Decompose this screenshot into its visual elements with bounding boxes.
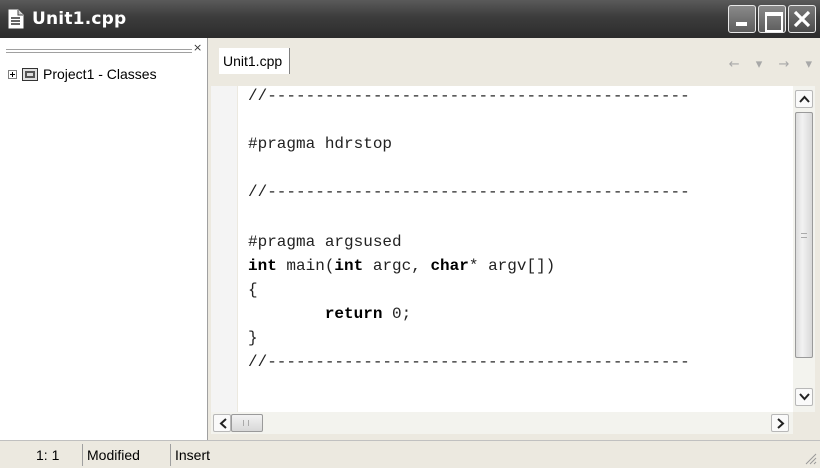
code-line: return 0; xyxy=(324,305,412,323)
vertical-scrollbar[interactable] xyxy=(793,86,815,412)
resize-grip-icon[interactable] xyxy=(803,451,817,465)
panel-grip[interactable] xyxy=(6,49,192,53)
status-divider xyxy=(82,444,83,466)
minimize-button[interactable] xyxy=(728,5,756,33)
tree-item-label: Project1 - Classes xyxy=(43,66,157,82)
scroll-right-button[interactable] xyxy=(771,414,789,432)
close-icon xyxy=(793,10,811,28)
close-button[interactable] xyxy=(788,5,816,33)
status-bar: 1: 1 Modified Insert xyxy=(0,440,820,468)
chevron-down-icon xyxy=(799,393,810,401)
insert-mode-indicator: Insert xyxy=(175,447,211,463)
editor-area: Unit1.cpp ← ▾ → ▾ //--------------------… xyxy=(209,38,820,440)
tab-bar: Unit1.cpp ← ▾ → ▾ xyxy=(209,46,820,74)
horizontal-scrollbar[interactable] xyxy=(211,412,793,434)
scroll-down-button[interactable] xyxy=(795,388,813,406)
code-editor[interactable]: //--------------------------------------… xyxy=(238,86,793,412)
vertical-scroll-thumb[interactable] xyxy=(795,112,813,358)
chevron-left-icon xyxy=(219,418,227,429)
code-line: //--------------------------------------… xyxy=(248,353,690,371)
chevron-right-icon xyxy=(777,418,785,429)
modified-indicator: Modified xyxy=(87,447,140,463)
tab-unit1-cpp[interactable]: Unit1.cpp xyxy=(219,48,291,74)
expand-icon[interactable] xyxy=(8,69,17,79)
horizontal-scroll-thumb[interactable] xyxy=(231,414,263,432)
class-explorer-panel: × Project1 - Classes xyxy=(0,38,208,440)
code-line: { xyxy=(248,281,258,299)
scroll-left-button[interactable] xyxy=(213,414,231,432)
project-icon xyxy=(22,67,38,81)
editor-gutter xyxy=(211,86,237,412)
scroll-up-button[interactable] xyxy=(795,90,813,108)
code-line: //--------------------------------------… xyxy=(248,87,690,105)
document-icon xyxy=(8,9,24,29)
code-line: #pragma argsused xyxy=(248,233,402,251)
code-line: } xyxy=(248,329,258,347)
status-divider xyxy=(170,444,171,466)
maximize-button[interactable] xyxy=(758,5,786,33)
title-bar[interactable]: Unit1.cpp xyxy=(0,0,820,38)
navigation-arrows[interactable]: ← ▾ → ▾ xyxy=(729,57,818,72)
panel-close-icon[interactable]: × xyxy=(193,41,202,54)
tree-item-project[interactable]: Project1 - Classes xyxy=(8,66,157,82)
window-title: Unit1.cpp xyxy=(32,9,127,29)
code-line: #pragma hdrstop xyxy=(248,135,393,153)
window-controls xyxy=(728,5,816,33)
code-line: //--------------------------------------… xyxy=(248,183,690,201)
code-line: int main(int argc, char* argv[]) xyxy=(248,257,556,275)
cursor-position: 1: 1 xyxy=(36,447,60,463)
chevron-up-icon xyxy=(799,95,810,103)
